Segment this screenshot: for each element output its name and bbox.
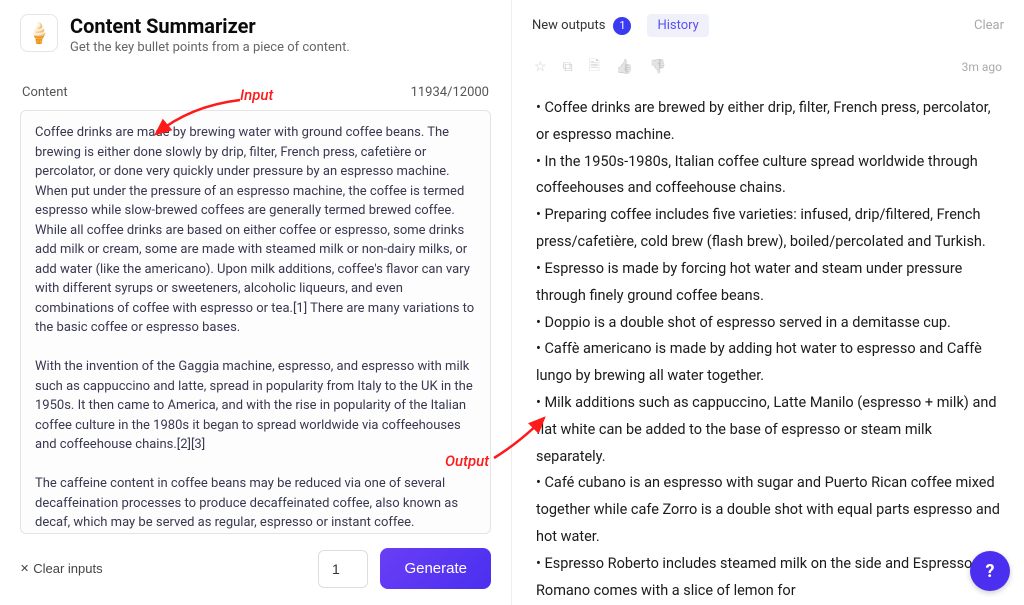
left-footer: Clear inputs Generate <box>0 534 511 605</box>
output-timestamp: 3m ago <box>962 60 1002 74</box>
tool-header: 🍦 Content Summarizer Get the key bullet … <box>0 0 511 65</box>
page-subtitle: Get the key bullet points from a piece o… <box>70 40 350 55</box>
clear-inputs-button[interactable]: Clear inputs <box>20 561 103 576</box>
output-text: • Coffee drinks are brewed by either dri… <box>512 89 1024 605</box>
page-title: Content Summarizer <box>70 14 350 38</box>
tab-new-outputs[interactable]: New outputs 1 <box>532 17 631 35</box>
right-panel: New outputs 1 History Clear ☆ ⧉ 🗎 👍 👎 3m… <box>512 0 1024 605</box>
clear-outputs-button[interactable]: Clear <box>974 18 1004 33</box>
content-counter: 11934/12000 <box>411 85 489 100</box>
help-button[interactable]: ? <box>970 551 1010 591</box>
content-textarea[interactable] <box>21 111 490 533</box>
star-icon[interactable]: ☆ <box>534 59 547 75</box>
thumbs-up-icon[interactable]: 👍 <box>616 59 633 75</box>
generate-button[interactable]: Generate <box>380 548 491 589</box>
tab-new-label: New outputs <box>532 18 605 33</box>
tab-history[interactable]: History <box>647 14 708 37</box>
tool-icon: 🍦 <box>20 14 58 52</box>
content-label: Content <box>22 85 68 100</box>
copy-icon[interactable]: ⧉ <box>563 59 573 75</box>
output-action-row: ☆ ⧉ 🗎 👍 👎 3m ago <box>512 45 1024 89</box>
thumbs-down-icon[interactable]: 👎 <box>649 59 666 75</box>
left-panel: 🍦 Content Summarizer Get the key bullet … <box>0 0 512 605</box>
doc-icon[interactable]: 🗎 <box>589 55 600 79</box>
content-label-row: Content 11934/12000 <box>0 65 511 106</box>
new-outputs-badge: 1 <box>613 17 631 35</box>
output-count-input[interactable] <box>318 550 368 588</box>
content-input-wrapper <box>20 110 491 534</box>
output-tabs: New outputs 1 History Clear <box>512 0 1024 45</box>
